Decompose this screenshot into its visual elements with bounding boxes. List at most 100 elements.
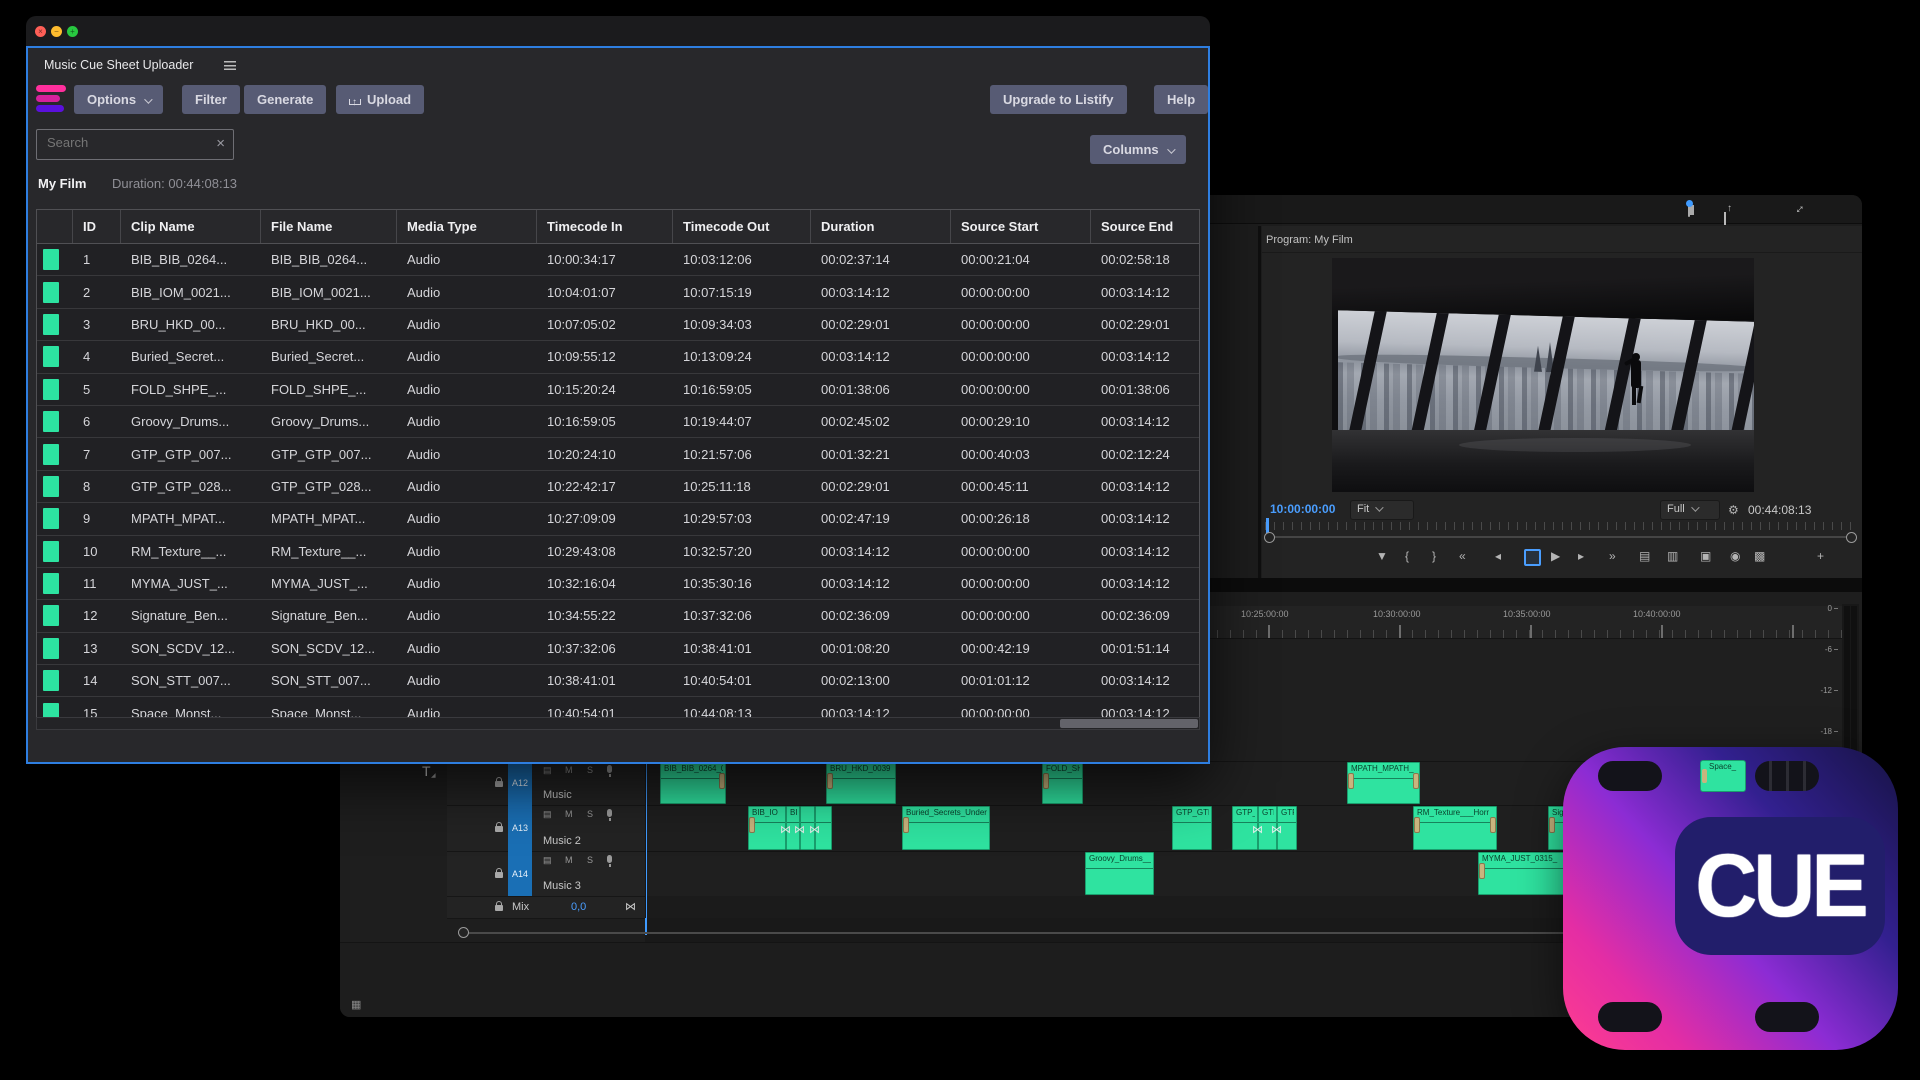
track-target-badge[interactable]: A13 <box>508 805 532 851</box>
fade-handle[interactable] <box>1479 863 1485 879</box>
upload-button[interactable]: ↑Upload <box>336 85 424 114</box>
track-target-badge[interactable]: A14 <box>508 851 532 896</box>
audio-clip[interactable]: MPATH_MPATH_ <box>1347 762 1420 804</box>
table-row[interactable]: 14SON_STT_007...SON_STT_007...Audio10:38… <box>37 665 1199 697</box>
mute-button[interactable]: M <box>565 809 573 819</box>
audio-clip[interactable]: BIB_BIB_0264_0 <box>660 762 726 804</box>
wrench-icon[interactable]: ⚙ <box>1728 503 1739 517</box>
mac-titlebar[interactable]: × − + <box>26 16 1210 46</box>
table-row[interactable]: 5FOLD_SHPE_...FOLD_SHPE_...Audio10:15:20… <box>37 374 1199 406</box>
fade-handle[interactable] <box>1490 817 1496 833</box>
crossfade-icon[interactable]: ⋈ <box>794 823 805 836</box>
fullscreen-icon[interactable]: ↔ <box>1792 202 1805 215</box>
table-row[interactable]: 9MPATH_MPAT...MPATH_MPAT...Audio10:27:09… <box>37 503 1199 535</box>
table-row[interactable]: 13SON_SCDV_12...SON_SCDV_12...Audio10:37… <box>37 633 1199 665</box>
fade-handle[interactable] <box>1043 773 1049 789</box>
column-header[interactable]: Timecode Out <box>673 210 811 243</box>
audio-clip[interactable]: RM_Texture___Horr <box>1413 806 1497 850</box>
crossfade-icon[interactable]: ⋈ <box>1271 823 1282 836</box>
column-header[interactable]: File Name <box>261 210 397 243</box>
source-patch-icon[interactable]: ▤ <box>543 809 552 820</box>
column-header[interactable]: Source End <box>1091 210 1199 243</box>
solo-button[interactable]: S <box>587 855 593 865</box>
audio-clip[interactable]: Buried_Secrets_Under <box>902 806 990 850</box>
workspace-icon[interactable] <box>1688 204 1690 216</box>
solo-button[interactable]: S <box>587 765 593 775</box>
audio-clip[interactable]: BRU_HKD_0039 <box>826 762 896 804</box>
table-row[interactable]: 2BIB_IOM_0021...BIB_IOM_0021...Audio10:0… <box>37 276 1199 308</box>
close-button[interactable]: × <box>35 26 46 37</box>
minimize-button[interactable]: − <box>51 26 62 37</box>
clear-search-icon[interactable]: × <box>216 135 225 152</box>
lock-icon[interactable] <box>495 872 503 878</box>
upgrade-button[interactable]: Upgrade to Listify <box>990 85 1127 114</box>
mix-track-header[interactable]: Mix 0,0 ⋈ <box>447 896 645 919</box>
crossfade-icon[interactable]: ⋈ <box>1252 823 1263 836</box>
monitor-playhead[interactable] <box>1266 518 1269 533</box>
zoom-level-select[interactable]: Fit <box>1350 500 1414 520</box>
comparison-view-icon[interactable]: ▩ <box>1754 549 1765 563</box>
monitor-scrub-bar[interactable] <box>1265 520 1858 532</box>
table-scroll-thumb[interactable] <box>1060 719 1198 728</box>
lock-icon[interactable] <box>495 905 503 911</box>
table-row[interactable]: 12Signature_Ben...Signature_Ben...Audio1… <box>37 600 1199 632</box>
fade-handle[interactable] <box>1348 773 1354 789</box>
go-to-out-icon[interactable]: » <box>1609 549 1616 563</box>
mark-out-icon[interactable]: } <box>1432 549 1436 563</box>
source-patch-icon[interactable]: ▤ <box>543 765 552 776</box>
help-button[interactable]: Help <box>1154 85 1208 114</box>
track-header-a12[interactable]: A12▤MSMusic <box>447 761 645 806</box>
search-input[interactable] <box>45 134 199 151</box>
fade-handle[interactable] <box>1549 817 1555 833</box>
lock-icon[interactable] <box>495 826 503 832</box>
solo-button[interactable]: S <box>587 809 593 819</box>
scrollbar-right-knob[interactable] <box>1846 532 1857 543</box>
fade-handle[interactable] <box>1413 773 1419 789</box>
camera-icon[interactable]: ◉ <box>1730 549 1740 563</box>
playback-quality-select[interactable]: Full <box>1660 500 1720 520</box>
column-header[interactable]: Source Start <box>951 210 1091 243</box>
filter-button[interactable]: Filter <box>182 85 240 114</box>
fade-handle[interactable] <box>1414 817 1420 833</box>
voiceover-record-icon[interactable] <box>607 855 612 863</box>
table-row[interactable]: 10RM_Texture__...RM_Texture__...Audio10:… <box>37 536 1199 568</box>
fade-handle[interactable] <box>719 773 725 789</box>
crossfade-icon[interactable]: ⋈ <box>809 823 820 836</box>
step-forward-icon[interactable]: ▸ <box>1578 549 1584 563</box>
share-icon[interactable]: ↑ <box>1724 212 1726 224</box>
search-field[interactable]: × <box>36 129 234 160</box>
extract-icon[interactable]: ▥ <box>1667 549 1678 563</box>
columns-button[interactable]: Columns <box>1090 135 1186 164</box>
add-button-icon[interactable]: + <box>1817 549 1824 563</box>
fade-handle[interactable] <box>827 773 833 789</box>
crossfade-icon[interactable]: ⋈ <box>780 823 791 836</box>
play-icon[interactable]: ▶ <box>1551 549 1560 563</box>
table-row[interactable]: 8GTP_GTP_028...GTP_GTP_028...Audio10:22:… <box>37 471 1199 503</box>
type-tool[interactable]: T◢ <box>422 763 431 779</box>
track-header-a14[interactable]: A14▤MSMusic 3 <box>447 851 645 897</box>
track-name[interactable]: Music 2 <box>543 835 581 847</box>
generate-button[interactable]: Generate <box>244 85 326 114</box>
fade-handle[interactable] <box>903 817 909 833</box>
audio-clip[interactable]: FOLD_SHP <box>1042 762 1083 804</box>
source-patch-icon[interactable]: ▤ <box>543 855 552 866</box>
options-button[interactable]: Options <box>74 85 163 114</box>
table-row[interactable]: 7GTP_GTP_007...GTP_GTP_007...Audio10:20:… <box>37 438 1199 470</box>
fade-handle[interactable] <box>749 817 755 833</box>
timeline-scroll-left-knob[interactable] <box>458 927 469 938</box>
table-h-scrollbar[interactable] <box>36 717 1200 730</box>
zoom-button[interactable]: + <box>67 26 78 37</box>
lock-icon[interactable] <box>495 781 503 787</box>
audio-clip[interactable]: GTP_GTP <box>1172 806 1212 850</box>
voiceover-record-icon[interactable] <box>607 809 612 817</box>
snap-icon[interactable]: ▦ <box>351 998 361 1011</box>
track-target-badge[interactable]: A12 <box>508 761 532 805</box>
mix-volume-value[interactable]: 0,0 <box>571 901 586 913</box>
track-name[interactable]: Music 3 <box>543 880 581 892</box>
table-row[interactable]: 11MYMA_JUST_...MYMA_JUST_...Audio10:32:1… <box>37 568 1199 600</box>
track-header-a13[interactable]: A13 ▤ M S Music 2 <box>447 805 645 852</box>
voiceover-record-icon[interactable] <box>607 765 612 773</box>
mute-button[interactable]: M <box>565 765 573 775</box>
column-header[interactable]: Duration <box>811 210 951 243</box>
stop-button[interactable] <box>1524 549 1541 566</box>
